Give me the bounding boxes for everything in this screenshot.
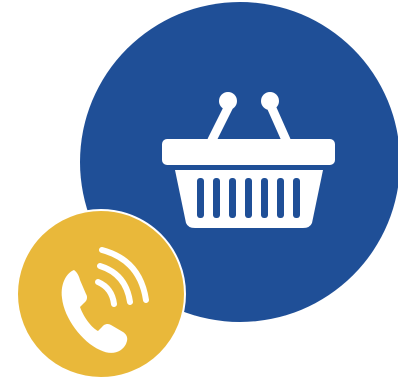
yellow-circle <box>16 209 186 379</box>
illustration-canvas <box>0 0 398 385</box>
illustration-svg <box>16 2 398 379</box>
yellow-circle-group <box>16 209 186 379</box>
